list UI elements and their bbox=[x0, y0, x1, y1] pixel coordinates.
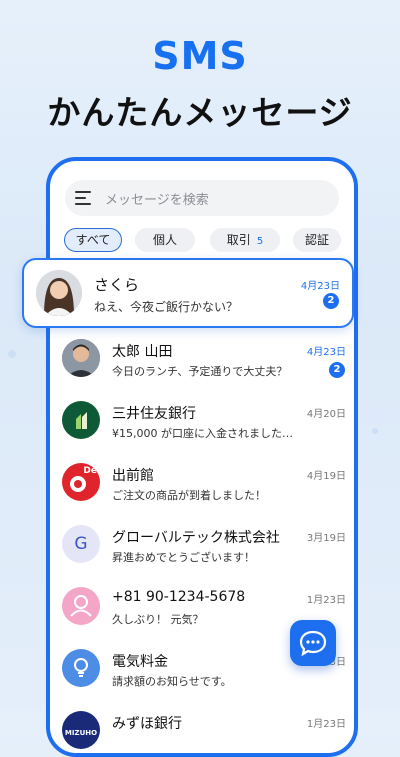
unread-badge: 2 bbox=[323, 293, 339, 309]
tab-label: すべて bbox=[75, 233, 111, 247]
contact-name: みずほ銀行 bbox=[112, 716, 182, 732]
contact-name: グローバルテック株式会社 bbox=[112, 530, 280, 546]
message-preview: ご注文の商品が到着しました！ bbox=[112, 489, 266, 502]
message-date: 4月23日 bbox=[300, 281, 340, 292]
message-date: 4月23日 bbox=[306, 347, 346, 358]
new-message-button[interactable] bbox=[290, 620, 336, 666]
demaecan-logo-icon: De bbox=[62, 463, 100, 501]
contact-name: 電気料金 bbox=[112, 654, 168, 670]
tab-transactions[interactable]: 取引 5 bbox=[210, 228, 280, 252]
contact-name: 太郎 山田 bbox=[112, 344, 173, 360]
hero-subtitle: かんたんメッセージ bbox=[47, 93, 353, 132]
contact-name: 三井住友銀行 bbox=[112, 406, 196, 422]
message-preview: ねえ、今夜ご飯行かない？ bbox=[94, 300, 239, 314]
tab-label: 認証 bbox=[304, 233, 329, 247]
message-date: 4月19日 bbox=[306, 471, 346, 482]
tab-all[interactable]: すべて bbox=[64, 228, 122, 252]
logo-text: De bbox=[83, 466, 97, 476]
mizuho-bank-logo-icon: MIZUHO bbox=[62, 711, 100, 749]
tab-verification[interactable]: 認証 bbox=[293, 228, 341, 252]
search-placeholder: メッセージを検索 bbox=[105, 193, 209, 208]
logo-text: MIZUHO bbox=[64, 729, 98, 737]
sumitomo-bank-logo-icon bbox=[62, 401, 100, 439]
phone-frame: メッセージを検索 すべて 個人 取引 5 認証 太郎 山田 今日のランチ、予定通り… bbox=[46, 157, 358, 757]
hero-title: SMS bbox=[152, 34, 248, 78]
menu-icon[interactable] bbox=[75, 191, 91, 205]
tab-count: 5 bbox=[256, 236, 264, 247]
conversation-item[interactable]: De 出前館 ご注文の商品が到着しました！ 4月19日 bbox=[50, 455, 354, 517]
unread-badge: 2 bbox=[329, 362, 345, 378]
message-preview: ¥15,000 が口座に入金されました… bbox=[112, 427, 292, 440]
conversation-item[interactable]: G グローバルテック株式会社 昇進おめでとうございます！ 3月19日 bbox=[50, 517, 354, 579]
tab-personal[interactable]: 個人 bbox=[135, 228, 195, 252]
conversation-item[interactable]: 太郎 山田 今日のランチ、予定通りで大丈夫？ 4月23日 2 bbox=[50, 331, 354, 393]
message-preview: 今日のランチ、予定通りで大丈夫？ bbox=[112, 365, 288, 378]
tab-label: 個人 bbox=[152, 233, 177, 247]
chat-bubble-icon bbox=[299, 630, 327, 657]
message-date: 1月23日 bbox=[306, 595, 346, 606]
background-bubble bbox=[372, 428, 378, 434]
background-bubble bbox=[8, 350, 16, 358]
tab-label: 取引 bbox=[226, 233, 251, 247]
conversation-item[interactable]: MIZUHO みずほ銀行 1月23日 bbox=[50, 703, 354, 753]
avatar-initial: G bbox=[62, 525, 100, 563]
avatar bbox=[62, 339, 100, 377]
person-icon bbox=[62, 587, 100, 625]
conversation-item[interactable]: 三井住友銀行 ¥15,000 が口座に入金されました… 4月20日 bbox=[50, 393, 354, 455]
message-date: 3月19日 bbox=[306, 533, 346, 544]
message-preview: 請求額のお知らせです。 bbox=[112, 675, 232, 688]
contact-name: +81 90-1234-5678 bbox=[112, 589, 246, 605]
avatar bbox=[36, 270, 82, 316]
search-bar[interactable]: メッセージを検索 bbox=[65, 180, 339, 216]
message-preview: 久しぶり！ 元気？ bbox=[112, 613, 204, 626]
initial-letter: G bbox=[74, 534, 88, 554]
message-preview: 昇進おめでとうございます！ bbox=[112, 551, 255, 564]
lightbulb-icon bbox=[62, 649, 100, 687]
message-date: 4月20日 bbox=[306, 409, 346, 420]
contact-name: 出前館 bbox=[112, 468, 154, 484]
message-date: 1月23日 bbox=[306, 719, 346, 730]
contact-name: さくら bbox=[94, 276, 140, 294]
conversation-item-highlighted[interactable]: さくら ねえ、今夜ご飯行かない？ 4月23日 2 bbox=[22, 258, 354, 328]
